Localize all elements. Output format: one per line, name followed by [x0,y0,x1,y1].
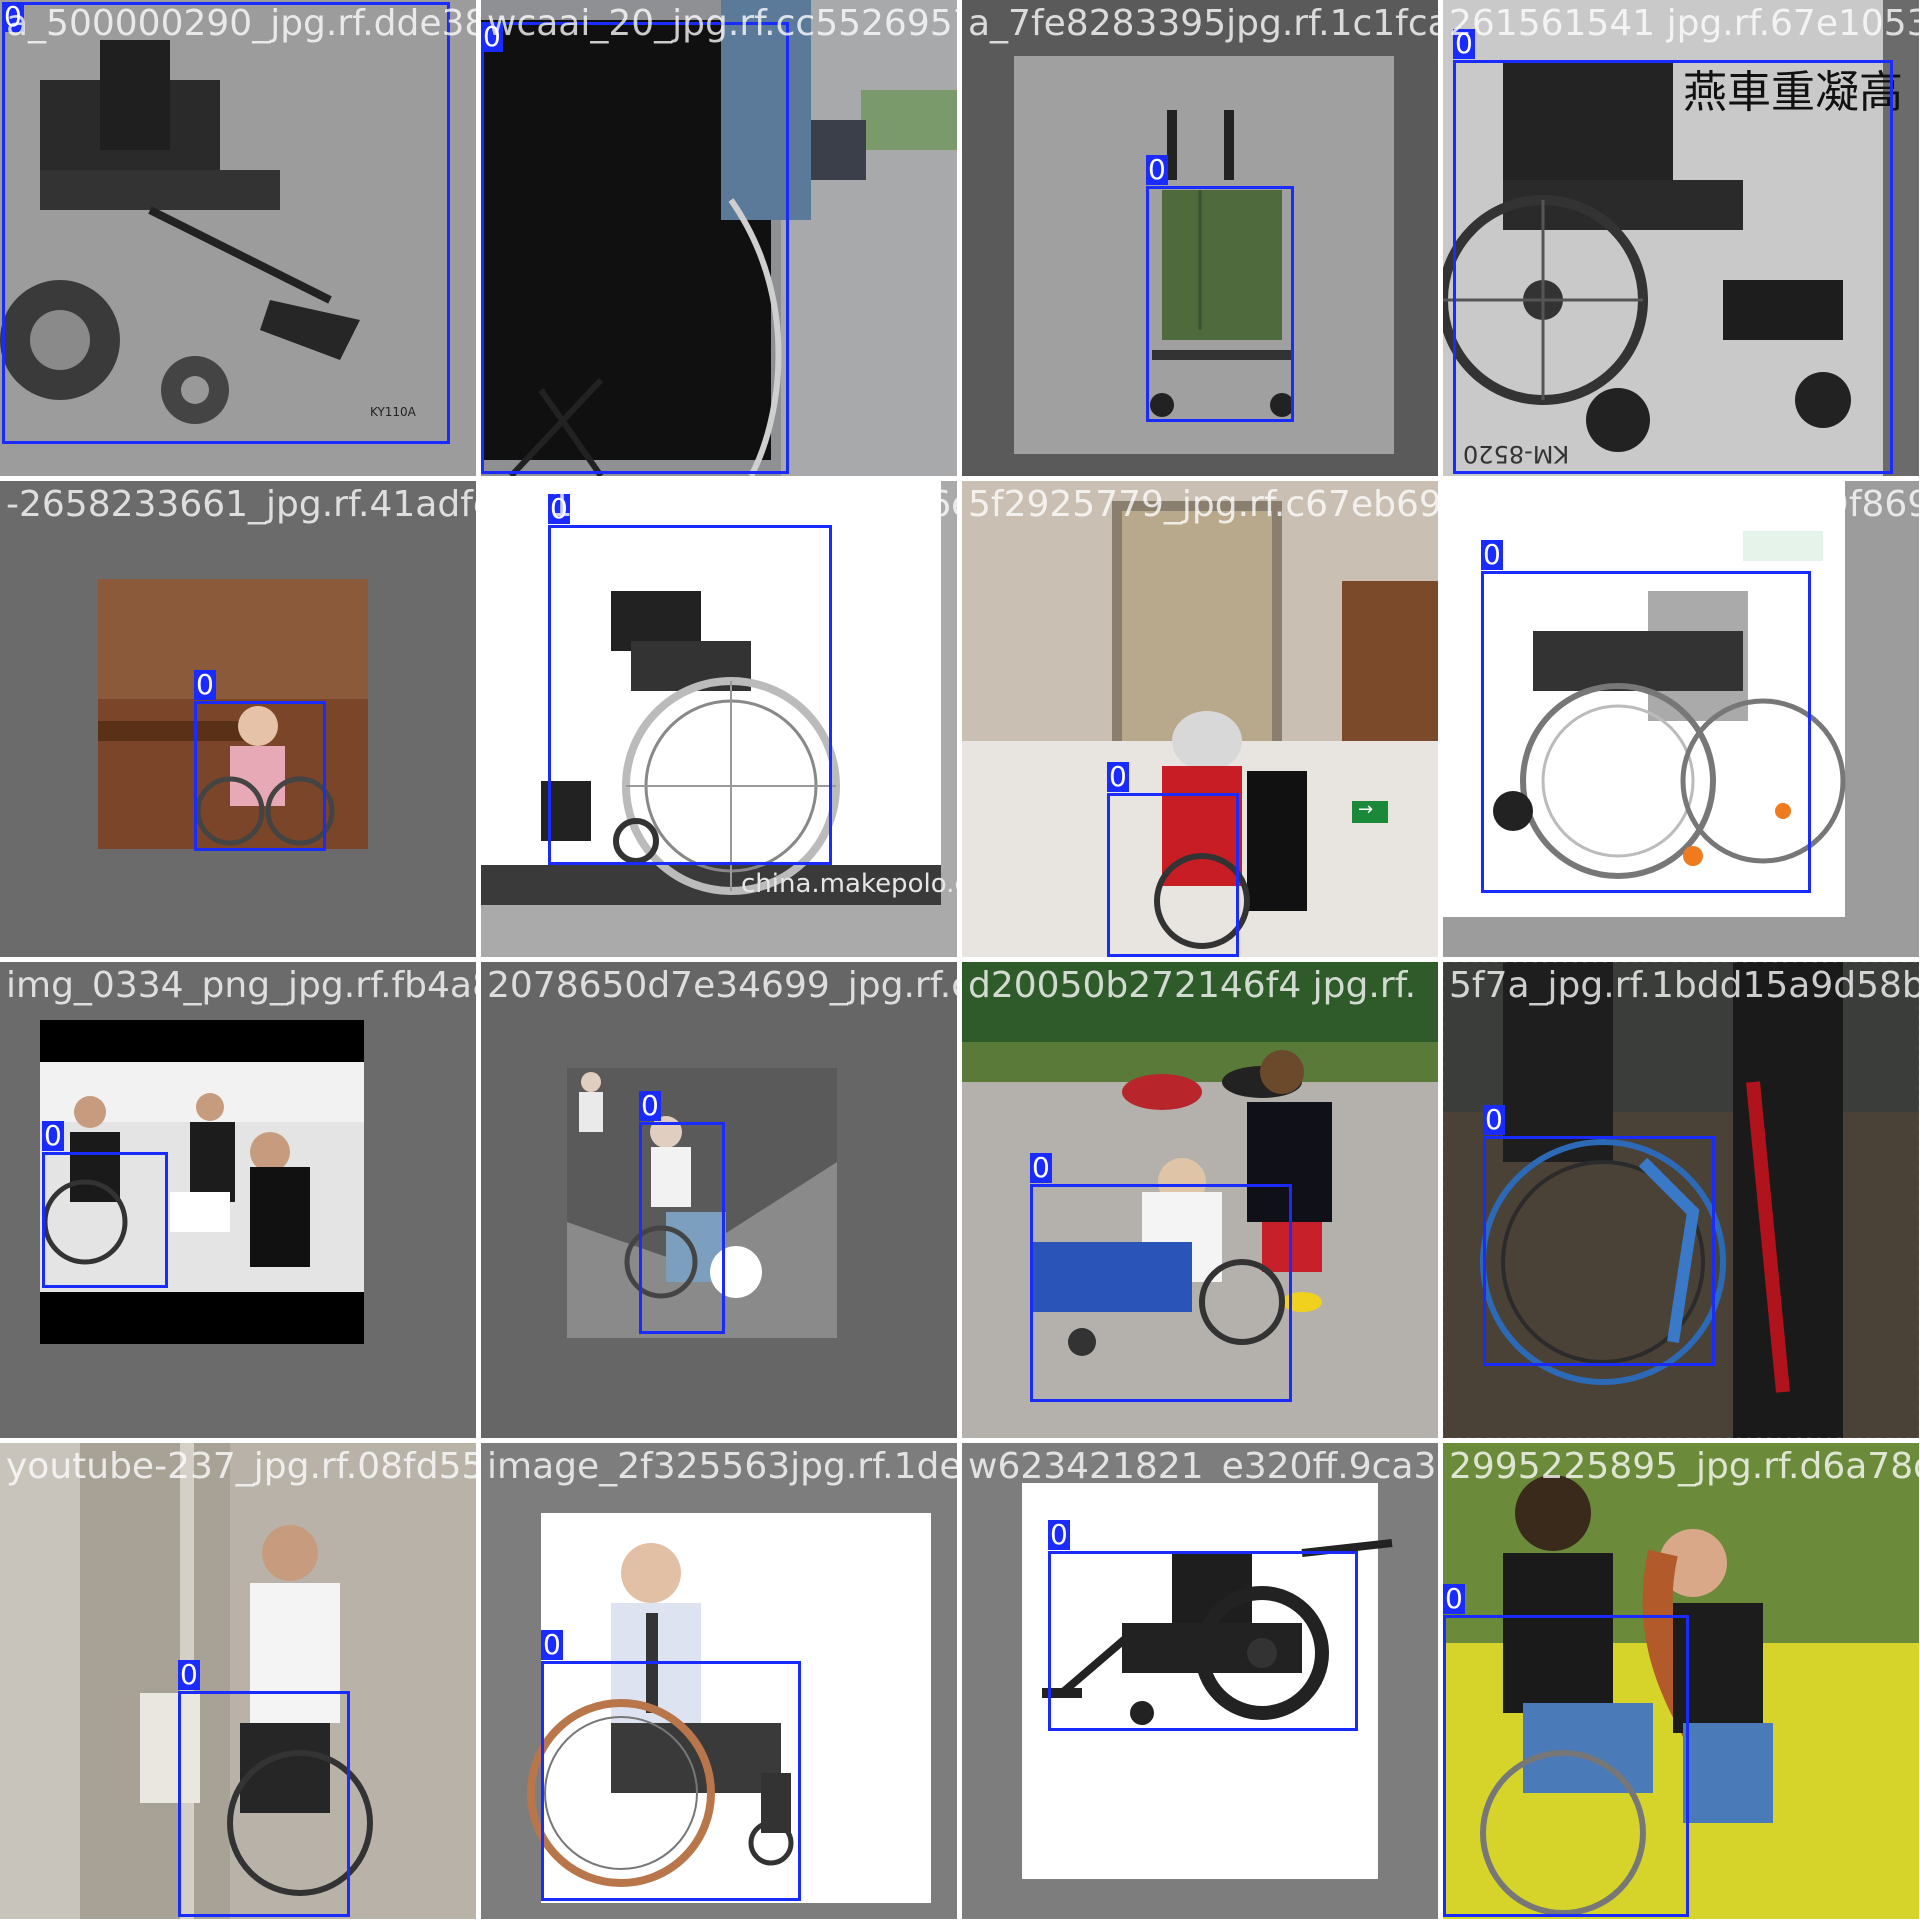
bounding-box: 0 [639,1091,725,1334]
tile-1: 0 wcaai_20_jpg.rf.cc5526957 [481,0,957,476]
bounding-box: 0 [548,494,832,865]
tile-0: KY110A 0 a_500000290_jpg.rf.dde381 [0,0,476,476]
tile-filename: w623421821_e320ff.9ca30de5 [968,1446,1438,1487]
bounding-box: 0 [2,2,450,444]
tile-filename: image_2f325563jpg.rf.1de03a [487,1446,957,1487]
tile-filename: a_7fe8283395jpg.rf.1c1fca [968,3,1438,44]
tile-10: 0 d20050b272146f4 jpg.rf. [962,962,1438,1438]
class-label: 0 [541,1628,563,1661]
watermark: china.makepolo.com [741,869,957,899]
tile-4: 0 -2658233661_jpg.rf.41adfe3 [0,481,476,957]
class-label: 0 [42,1119,64,1152]
class-label: 0 [194,668,216,701]
tile-filename: img_0334_png_jpg.rf.fb4a8c [6,965,476,1006]
tile-filename: a_500000290_jpg.rf.dde381 [6,3,476,44]
bounding-box: 0 [1483,1105,1715,1366]
class-label: 0 [1048,1518,1070,1551]
tile-6: → 0 5f2925779_jpg.rf.c67eb69 [962,481,1438,957]
exit-sign: → [1358,799,1374,820]
tile-filename: wcaai_20_jpg.rf.cc5526957 [487,3,957,44]
tile-filename: 2078650d7e34699_jpg.rf.cc [487,965,957,1006]
tile-filename: d20050b272146f4 jpg.rf. [968,965,1417,1006]
tile-filename: 5f7a_jpg.rf.1bdd15a9d58be [1449,965,1919,1006]
bounding-box: 0 [1030,1153,1292,1402]
tile-8: 0 img_0334_png_jpg.rf.fb4a8c [0,962,476,1438]
tile-9: 0 2078650d7e34699_jpg.rf.cc [481,962,957,1438]
bounding-box: 0 [541,1630,801,1901]
class-label: 0 [1146,153,1168,186]
class-label: 0 [1030,1151,1052,1184]
class-label: 0 [639,1089,661,1122]
bounding-box: 0 [1048,1520,1358,1731]
tile-filename: -2658233661_jpg.rf.41adfe3 [6,484,476,525]
class-label: 0 [178,1658,200,1691]
bounding-box: 0 [1107,762,1239,957]
tile-filename: a_5100626494jpg.rf.5706e5 [487,484,957,525]
tile-3: 燕車重凝高 KM-8520 0 261561541 jpg.rf.67e1053 [1443,0,1919,476]
bounding-box: 0 [1481,540,1811,893]
tile-11: 0 5f7a_jpg.rf.1bdd15a9d58be [1443,962,1919,1438]
class-label: 0 [1443,1582,1465,1615]
tile-7: 0 af6a016a035 jpg.rf.b9f869 [1443,481,1919,957]
tile-5: china.makepolo.com 0 a_5100626494jpg.rf.… [481,481,957,957]
tile-13: 0 image_2f325563jpg.rf.1de03a [481,1443,957,1919]
class-label: 0 [1107,760,1129,793]
class-label: 0 [1483,1103,1505,1136]
class-label: 0 [1481,538,1503,571]
tile-filename: 261561541 jpg.rf.67e1053 [1449,3,1919,44]
bounding-box: 0 [1453,29,1893,474]
tile-filename: youtube-237_jpg.rf.08fd558 [6,1446,476,1487]
tile-12: 0 youtube-237_jpg.rf.08fd558 [0,1443,476,1919]
bounding-box: 0 [1443,1584,1689,1917]
bounding-box: 0 [178,1660,350,1917]
tile-2: 0 a_7fe8283395jpg.rf.1c1fca [962,0,1438,476]
bounding-box: 0 [42,1121,168,1288]
tile-filename: 2995225895_jpg.rf.d6a78d7 [1449,1446,1919,1487]
bounding-box: 0 [481,22,789,474]
tile-filename: af6a016a035 jpg.rf.b9f869 [1449,484,1919,525]
bounding-box: 0 [194,670,326,851]
image-mosaic: KY110A 0 a_500000290_jpg.rf.dde381 0 wca… [0,0,1920,1920]
tile-filename: 5f2925779_jpg.rf.c67eb69 [968,484,1438,525]
tile-15: 0 2995225895_jpg.rf.d6a78d7 [1443,1443,1919,1919]
bounding-box: 0 [1146,155,1294,422]
tile-14: 0 w623421821_e320ff.9ca30de5 [962,1443,1438,1919]
